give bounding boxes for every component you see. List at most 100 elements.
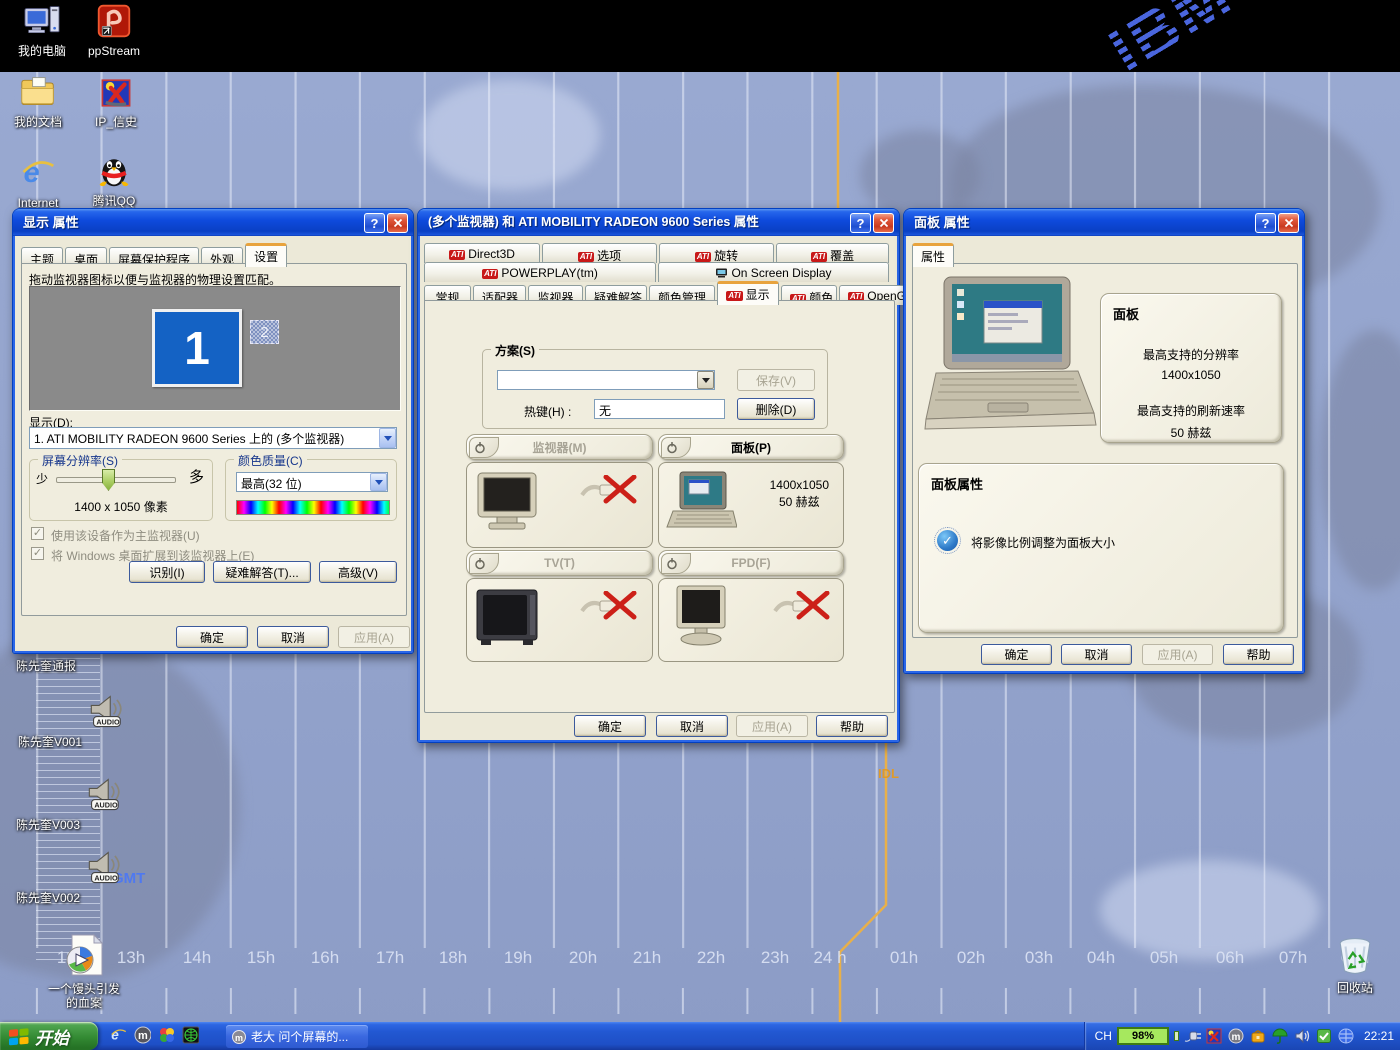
resolution-slider-thumb[interactable] — [102, 469, 115, 491]
advanced-button[interactable]: 高级(V) — [319, 561, 397, 583]
desktop-icon-qq[interactable]: 腾讯QQ — [82, 153, 146, 208]
tab-overlay[interactable]: ATI覆盖 — [776, 243, 889, 263]
monitor-1-box[interactable]: 1 — [152, 309, 242, 387]
tab-powerplay[interactable]: ATIPOWERPLAY(tm) — [424, 262, 656, 282]
ip-history-icon — [84, 76, 148, 113]
desktop-icon-my-computer[interactable]: 我的电脑 — [10, 3, 74, 58]
help-titlebar-button[interactable]: ? — [364, 213, 385, 233]
troubleshoot-button[interactable]: 疑难解答(T)... — [213, 561, 311, 583]
close-button[interactable] — [387, 213, 408, 233]
desktop-icon-movie[interactable]: 一个馒头引发 的血案 — [28, 933, 140, 1010]
disconnected-cable-icon — [580, 475, 642, 508]
panel-device-body: 1400x1050 50 赫兹 — [658, 462, 844, 548]
monitor-arrangement-preview: 1 2 — [29, 286, 401, 411]
monitor-power-button[interactable] — [469, 437, 499, 458]
ati-logo-icon: ATI — [578, 252, 594, 262]
identify-button[interactable]: 识别(I) — [129, 561, 205, 583]
scale-image-checkbox[interactable]: ✓ — [937, 530, 958, 551]
help-titlebar-button[interactable]: ? — [850, 213, 871, 233]
panel-refresh-text: 50 赫兹 — [770, 494, 829, 511]
disconnected-cable-icon — [580, 591, 642, 624]
cancel-button[interactable]: 取消 — [257, 626, 329, 648]
max-refresh-value: 50 赫兹 — [1101, 424, 1281, 441]
ok-button[interactable]: 确定 — [574, 715, 646, 737]
ok-button[interactable]: 确定 — [981, 644, 1052, 665]
tv-power-button[interactable] — [469, 553, 499, 574]
windows-flag-icon — [8, 1027, 30, 1046]
tv-image — [475, 587, 541, 650]
resolution-slider-track[interactable] — [56, 477, 176, 483]
battery-nub — [1174, 1031, 1179, 1041]
color-quality-arrow[interactable] — [370, 473, 387, 491]
desktop-icon-audio-v002[interactable]: AUDIO 陈先奎V002 — [8, 848, 138, 905]
display-adapter-select[interactable]: 1. ATI MOBILITY RADEON 9600 Series 上的 (多… — [29, 427, 397, 449]
tab-direct3d[interactable]: ATIDirect3D — [424, 243, 540, 263]
desktop-icon-audio-v001[interactable]: AUDIO 陈先奎V001 — [10, 692, 140, 749]
tray-clock[interactable]: 22:21 — [1364, 1029, 1394, 1043]
start-button[interactable]: 开始 — [0, 1022, 98, 1050]
tab-rotation[interactable]: ATI旋转 — [659, 243, 774, 263]
tab-on-screen-display[interactable]: On Screen Display — [658, 262, 889, 282]
start-label: 开始 — [35, 1024, 69, 1049]
help-button[interactable]: 帮助 — [1223, 644, 1294, 665]
globe-quicklaunch-icon[interactable] — [182, 1026, 199, 1043]
help-button[interactable]: 帮助 — [816, 715, 888, 737]
tray-firewall-icon[interactable] — [1338, 1028, 1355, 1045]
tab-ati-displays[interactable]: ATI显示 — [717, 281, 779, 305]
tab-settings[interactable]: 设置 — [245, 243, 287, 267]
task-button-maxthon[interactable]: m 老大 问个屏幕的... — [226, 1025, 368, 1048]
qq-penguin-icon — [82, 153, 146, 192]
close-button[interactable] — [873, 213, 894, 233]
color-quality-select[interactable]: 最高(32 位) — [236, 472, 388, 492]
maxthon-quicklaunch-icon[interactable]: m — [134, 1026, 151, 1043]
desktop-icon-internet[interactable]: e Internet — [4, 155, 72, 210]
tray-qq-icon[interactable] — [1250, 1028, 1267, 1045]
svg-text:e: e — [111, 1027, 119, 1042]
panel-power-button[interactable] — [661, 437, 691, 458]
panel-properties-titlebar[interactable]: 面板 属性 — [904, 209, 1304, 236]
close-icon — [1284, 218, 1294, 228]
desktop-icon-audio-v003[interactable]: AUDIO 陈先奎V003 — [8, 775, 138, 832]
extend-desktop-checkbox[interactable]: ✓ — [31, 547, 44, 560]
tray-maxthon-icon[interactable]: m — [1228, 1028, 1245, 1045]
monitor-2-box[interactable]: 2 — [250, 320, 279, 344]
battery-meter[interactable]: 98% — [1117, 1027, 1169, 1045]
panel-device-header: 面板(P) — [658, 434, 844, 460]
scheme-select[interactable] — [497, 370, 715, 390]
hour-label: 22h — [689, 948, 733, 968]
primary-monitor-checkbox[interactable]: ✓ — [31, 527, 44, 540]
display-select-arrow[interactable] — [379, 428, 396, 448]
crt-monitor-image — [475, 471, 541, 534]
ati-properties-titlebar[interactable]: (多个监视器) 和 ATI MOBILITY RADEON 9600 Serie… — [418, 209, 899, 236]
desktop-icon-recycle-bin[interactable]: 回收站 — [1322, 936, 1388, 995]
ie-quicklaunch-icon[interactable]: e — [110, 1026, 127, 1043]
ac-power-icon[interactable] — [1184, 1028, 1201, 1045]
tray-volume-icon[interactable] — [1294, 1028, 1311, 1045]
tray-antivirus-icon[interactable] — [1316, 1028, 1333, 1045]
messenger-quicklaunch-icon[interactable] — [158, 1026, 175, 1043]
scheme-select-arrow[interactable] — [697, 371, 714, 389]
desktop-icon-chen-notice[interactable]: 陈先奎通报 — [8, 659, 134, 673]
language-indicator[interactable]: CH — [1095, 1029, 1112, 1043]
apply-button: 应用(A) — [736, 715, 808, 737]
cancel-button[interactable]: 取消 — [656, 715, 728, 737]
desktop-icon-ip-history[interactable]: IP_信史 — [84, 76, 148, 129]
cancel-button[interactable]: 取消 — [1061, 644, 1132, 665]
delete-scheme-button[interactable]: 删除(D) — [737, 398, 815, 420]
tray-ip-history-icon[interactable] — [1206, 1028, 1223, 1045]
tv-device-title: TV(T) — [544, 556, 575, 570]
hotkey-field[interactable]: 无 — [594, 399, 725, 419]
help-titlebar-button[interactable]: ? — [1255, 213, 1276, 233]
display-properties-titlebar[interactable]: 显示 属性 — [13, 209, 413, 236]
tray-umbrella-icon[interactable] — [1272, 1028, 1289, 1045]
fpd-power-button[interactable] — [661, 553, 691, 574]
desktop-icon-ppstream[interactable]: ppStream — [82, 3, 146, 58]
svg-text:m: m — [138, 1030, 148, 1042]
maxthon-task-icon: m — [232, 1030, 246, 1044]
hotkey-label: 热键(H) : — [524, 403, 571, 420]
close-button[interactable] — [1278, 213, 1299, 233]
tab-attributes[interactable]: 属性 — [912, 243, 954, 267]
ok-button[interactable]: 确定 — [176, 626, 248, 648]
desktop-icon-my-documents[interactable]: 我的文档 — [6, 74, 70, 129]
tab-options[interactable]: ATI选项 — [542, 243, 657, 263]
